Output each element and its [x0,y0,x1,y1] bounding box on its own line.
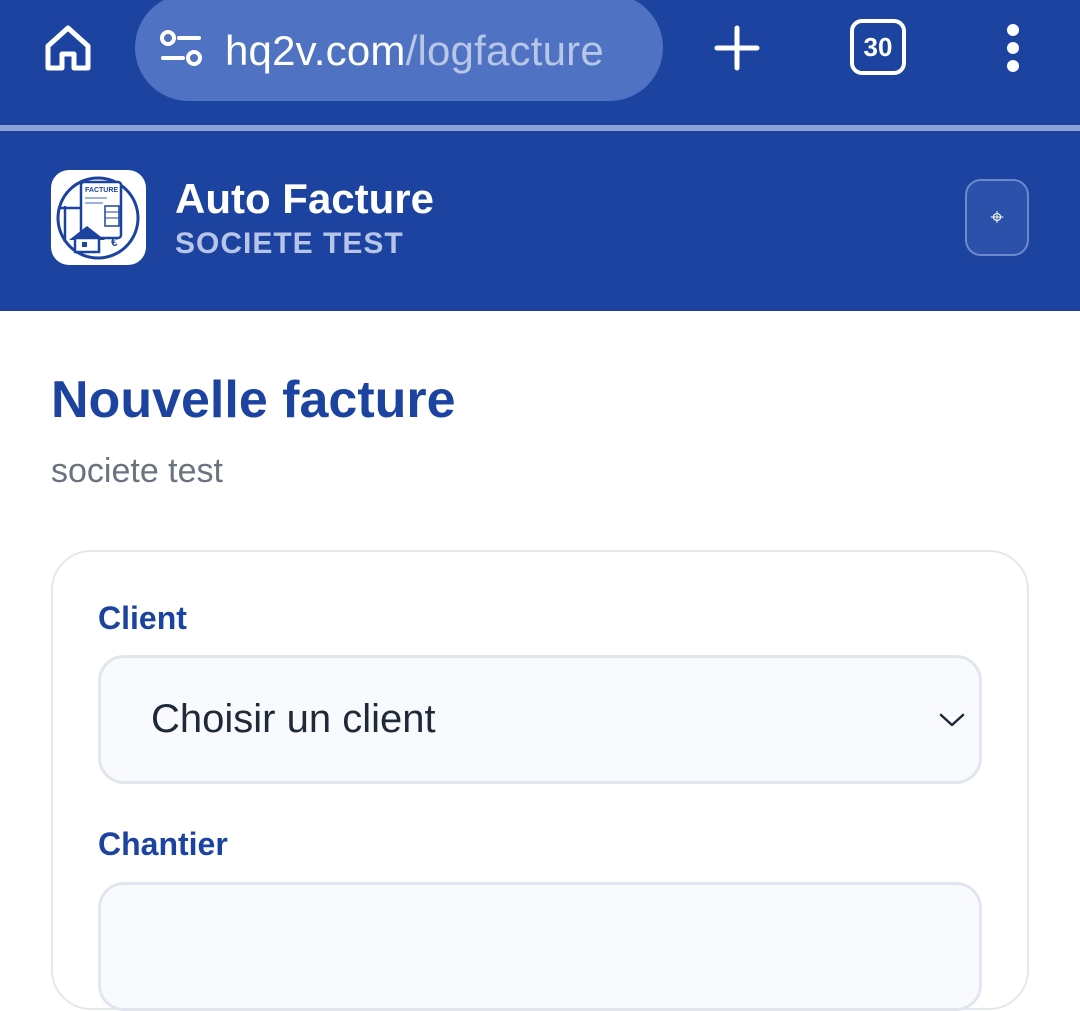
home-icon [45,25,91,71]
company-name: SOCIETE TEST [175,227,404,260]
url-text: hq2v.com/logfacture [225,21,604,75]
tune-icon[interactable] [157,24,205,72]
new-tab-button[interactable] [707,18,767,78]
home-button[interactable] [38,18,98,78]
page-title: Nouvelle facture [51,371,456,429]
url-path: /logfacture [405,26,604,74]
browser-toolbar: hq2v.com/logfacture 30 [0,0,1080,125]
header-menu-button[interactable]: ⌖ [965,179,1029,256]
app-title: Auto Facture [175,175,435,222]
plus-icon [714,25,760,71]
logo-text: FACTURE [85,187,118,194]
client-label: Client [98,600,187,636]
chantier-input[interactable] [98,882,982,1011]
url-domain: hq2v.com [225,26,406,74]
client-select-value: Choisir un client [151,697,436,741]
svg-text:€: € [111,235,118,249]
browser-menu-button[interactable] [988,18,1038,78]
chevron-down-icon [939,713,965,726]
address-bar[interactable]: hq2v.com/logfacture [135,0,663,101]
client-select[interactable]: Choisir un client [98,655,982,784]
tab-switcher-button[interactable]: 30 [850,19,906,75]
app-logo[interactable]: FACTURE € [51,170,146,265]
page-subtitle: societe test [51,452,223,490]
chantier-label: Chantier [98,826,228,862]
more-vertical-icon [1007,24,1019,72]
app-header: FACTURE € Auto Facture SOCIETE TEST ⌖ [0,131,1080,311]
